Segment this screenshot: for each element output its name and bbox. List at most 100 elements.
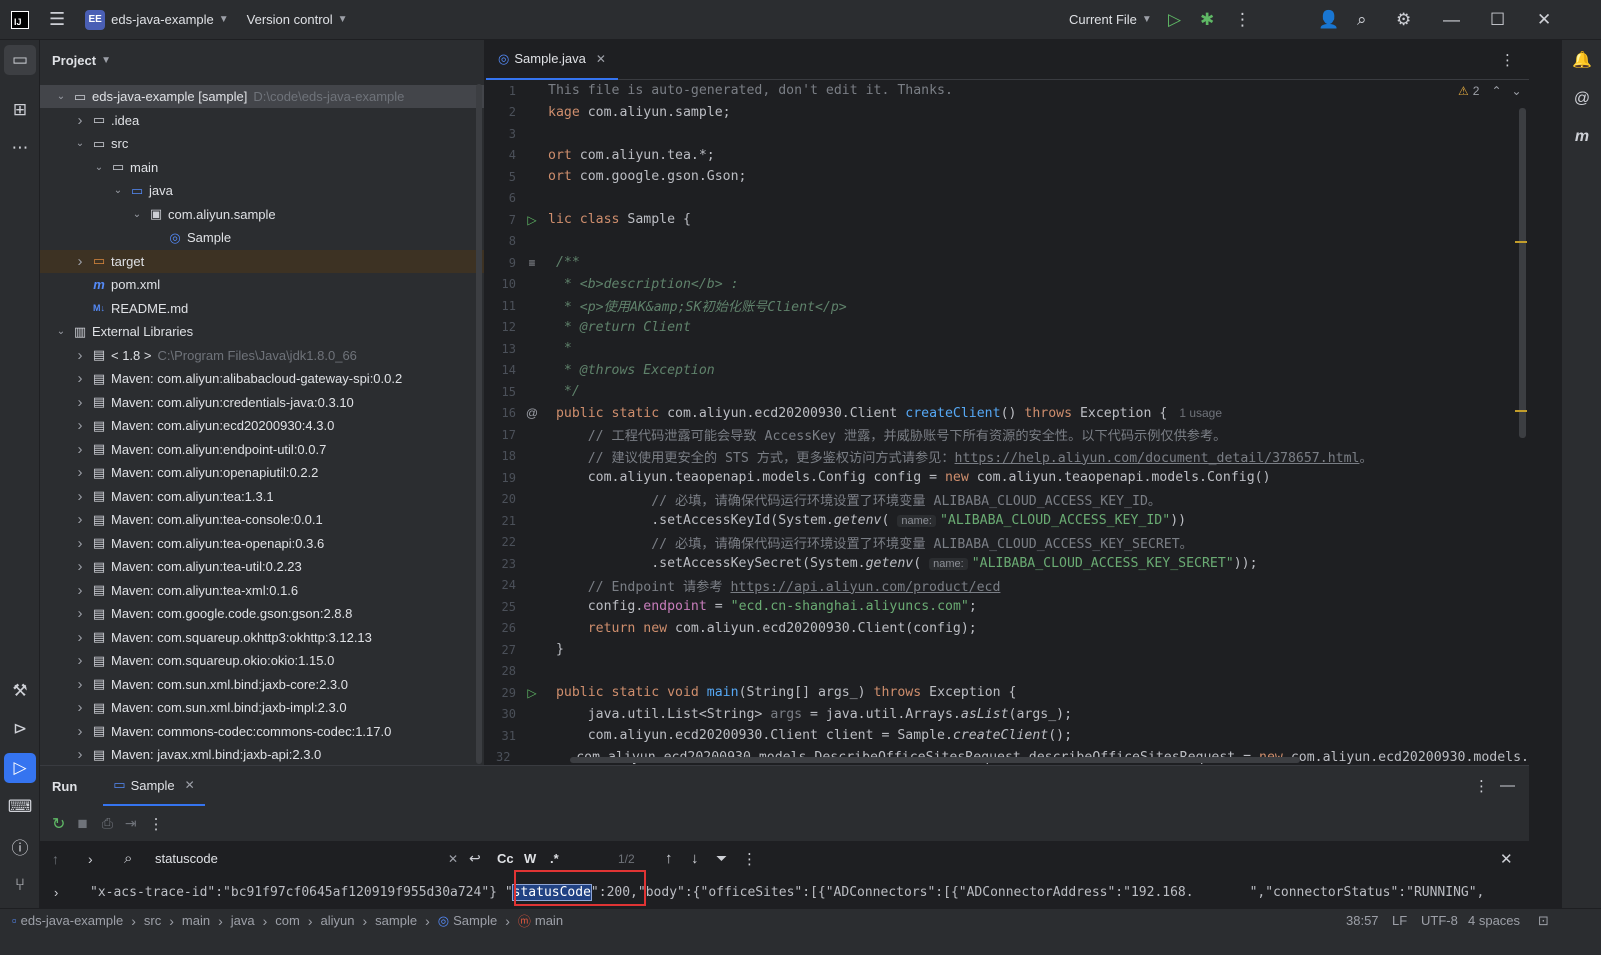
close-tab-icon[interactable]: ✕ <box>185 778 195 792</box>
line-number[interactable]: 4 <box>486 148 516 162</box>
chevron-right-icon[interactable]: › <box>73 441 87 458</box>
tree-item[interactable]: ⌄ ▥ External Libraries <box>40 320 484 343</box>
tree-item[interactable]: › ▭ .idea <box>40 109 484 132</box>
new-line-icon[interactable]: ↩ <box>469 850 481 867</box>
chevron-right-icon[interactable]: › <box>88 851 93 867</box>
main-menu-icon[interactable]: ☰ <box>49 9 65 30</box>
match-case-toggle[interactable]: Cc <box>497 851 514 866</box>
tree-item[interactable]: ⌄ ▣ com.aliyun.sample <box>40 203 484 226</box>
line-number[interactable]: 21 <box>486 514 516 528</box>
chevron-right-icon[interactable]: › <box>73 605 87 622</box>
line-number[interactable]: 6 <box>486 191 516 205</box>
chevron-right-icon[interactable]: › <box>73 488 87 505</box>
project-switcher[interactable]: EE eds-java-example ▼ <box>85 9 229 30</box>
line-number[interactable]: 7 <box>486 213 516 227</box>
run-icon[interactable]: ▷ <box>1168 10 1181 30</box>
code-line[interactable]: 10 * <b>description</b> : <box>486 274 1529 296</box>
regex-toggle[interactable]: .* <box>550 851 559 866</box>
line-number[interactable]: 18 <box>486 449 516 463</box>
line-number[interactable]: 22 <box>486 535 516 549</box>
warning-marker[interactable] <box>1515 241 1527 243</box>
file-encoding[interactable]: UTF-8 <box>1421 913 1458 928</box>
tree-item[interactable]: › ▤ Maven: commons-codec:commons-codec:1.1… <box>40 720 484 743</box>
stop-icon[interactable]: ■ <box>77 814 87 834</box>
hide-panel-icon[interactable]: — <box>1500 777 1515 794</box>
code-line[interactable]: 15 */ <box>486 381 1529 403</box>
chevron-right-icon[interactable]: › <box>73 582 87 599</box>
ai-assistant-icon[interactable]: @ <box>1567 84 1597 114</box>
caret-position[interactable]: 38:57 <box>1346 913 1379 928</box>
filter-icon[interactable]: ⏷ <box>716 850 727 867</box>
code-line[interactable]: 5 ort com.google.gson.Gson; <box>486 166 1529 188</box>
tree-item[interactable]: › ▤ Maven: com.aliyun:alibabacloud-gateway… <box>40 367 484 390</box>
run-tab-sample[interactable]: ▭ Sample ✕ <box>103 766 205 806</box>
tree-item[interactable]: ◎ Sample <box>40 226 484 249</box>
tree-item[interactable]: ⌄ ▭ eds-java-example [sample] D:\code\eds-j… <box>40 85 484 108</box>
services-tool-icon[interactable]: ⊳ <box>4 714 36 744</box>
tree-item[interactable]: › ▤ Maven: com.aliyun:tea-xml:0.1.6 <box>40 579 484 602</box>
run-config-selector[interactable]: Current File ▼ <box>1069 12 1152 27</box>
code-line[interactable]: 31 com.aliyun.ecd20200930.Client client … <box>486 725 1529 747</box>
line-number[interactable]: 13 <box>486 342 516 356</box>
console-line[interactable]: "x-acs-trace-id":"bc91f97cf0645af120919f… <box>90 884 1484 901</box>
line-number[interactable]: 5 <box>486 170 516 184</box>
line-number[interactable]: 1 <box>486 84 516 98</box>
line-number[interactable]: 9 <box>486 256 516 270</box>
tree-scrollbar[interactable] <box>476 84 482 764</box>
chevron-right-icon[interactable]: › <box>73 699 87 716</box>
tree-item[interactable]: › ▤ Maven: com.aliyun:tea-console:0.0.1 <box>40 508 484 531</box>
breadcrumb-item[interactable]: sample <box>375 913 417 928</box>
more-icon[interactable]: ⋮ <box>1234 10 1251 30</box>
line-number[interactable]: 25 <box>486 600 516 614</box>
code-token[interactable]: https://api.aliyun.com/product/ecd <box>730 580 1000 595</box>
chevron-right-icon[interactable]: › <box>73 535 87 552</box>
breadcrumb-item[interactable]: com <box>275 913 300 928</box>
chevron-right-icon[interactable]: › <box>73 347 87 364</box>
intellij-logo-icon[interactable]: IJ <box>11 10 29 29</box>
breadcrumb-item[interactable]: main <box>182 913 210 928</box>
chevron-right-icon[interactable]: › <box>73 394 87 411</box>
chevron-right-icon[interactable]: › <box>73 253 87 270</box>
code-line[interactable]: 1 This file is auto-generated, don't edit… <box>486 80 1529 102</box>
run-gutter-icon[interactable]: ▷ <box>516 686 548 700</box>
horizontal-scrollbar[interactable] <box>570 757 1300 763</box>
line-number[interactable]: 28 <box>486 664 516 678</box>
tree-item[interactable]: › ▭ target <box>40 249 484 273</box>
code-line[interactable]: 21 .setAccessKeyId(System.getenv( name: "… <box>486 510 1529 532</box>
project-tool-icon[interactable]: ▭ <box>4 45 36 75</box>
breadcrumb-item[interactable]: eds-java-example <box>21 913 124 928</box>
tree-item[interactable]: ⌄ ▭ java <box>40 179 484 202</box>
clear-search-icon[interactable]: ✕ <box>448 852 458 866</box>
add-user-icon[interactable]: 👤 <box>1318 10 1339 30</box>
code-line[interactable]: 11 * <p>使用AK&amp;SK初始化账号Client</p> <box>486 295 1529 317</box>
chevron-right-icon[interactable]: › <box>73 511 87 528</box>
close-window-icon[interactable]: ✕ <box>1537 10 1551 30</box>
code-line[interactable]: 20 // 必填，请确保代码运行环境设置了环境变量 ALIBABA_CLOUD_… <box>486 489 1529 511</box>
git-tool-icon[interactable]: ⑂ <box>4 870 36 900</box>
line-number[interactable]: 27 <box>486 643 516 657</box>
line-number[interactable]: 23 <box>486 557 516 571</box>
line-number[interactable]: 26 <box>486 621 516 635</box>
line-number[interactable]: 24 <box>486 578 516 592</box>
chevron-right-icon[interactable]: › <box>73 370 87 387</box>
minimize-icon[interactable]: — <box>1443 10 1460 30</box>
exit-icon[interactable]: ⇥ <box>125 815 137 832</box>
breadcrumb-item[interactable]: main <box>535 913 563 928</box>
words-toggle[interactable]: W <box>524 851 536 866</box>
breadcrumb-item[interactable]: java <box>231 913 255 928</box>
breadcrumb-item[interactable]: src <box>144 913 161 928</box>
tree-item[interactable]: › ▤ Maven: com.google.code.gson:gson:2.8.8 <box>40 602 484 625</box>
structure-tool-icon[interactable]: ⊞ <box>4 95 36 125</box>
maximize-icon[interactable]: ☐ <box>1490 10 1505 30</box>
run-gutter-icon[interactable]: ▷ <box>516 213 548 227</box>
tree-item[interactable]: › ▤ Maven: com.sun.xml.bind:jaxb-impl:2.3.… <box>40 696 484 719</box>
chevron-down-icon[interactable]: ⌄ <box>92 162 106 173</box>
maven-tool-icon[interactable]: m <box>1567 122 1597 152</box>
code-line[interactable]: 2 kage com.aliyun.sample; <box>486 102 1529 124</box>
tree-item[interactable]: › ▤ Maven: com.squareup.okio:okio:1.15.0 <box>40 649 484 672</box>
code-line[interactable]: 25 config.endpoint = "ecd.cn-shanghai.al… <box>486 596 1529 618</box>
run-options-icon[interactable]: ⋮ <box>1474 777 1489 795</box>
tree-item[interactable]: › ▤ Maven: javax.xml.bind:jaxb-api:2.3.0 <box>40 743 484 765</box>
build-tool-icon[interactable]: ⚒ <box>4 676 36 706</box>
problems-tool-icon[interactable]: ⓘ <box>4 831 36 861</box>
